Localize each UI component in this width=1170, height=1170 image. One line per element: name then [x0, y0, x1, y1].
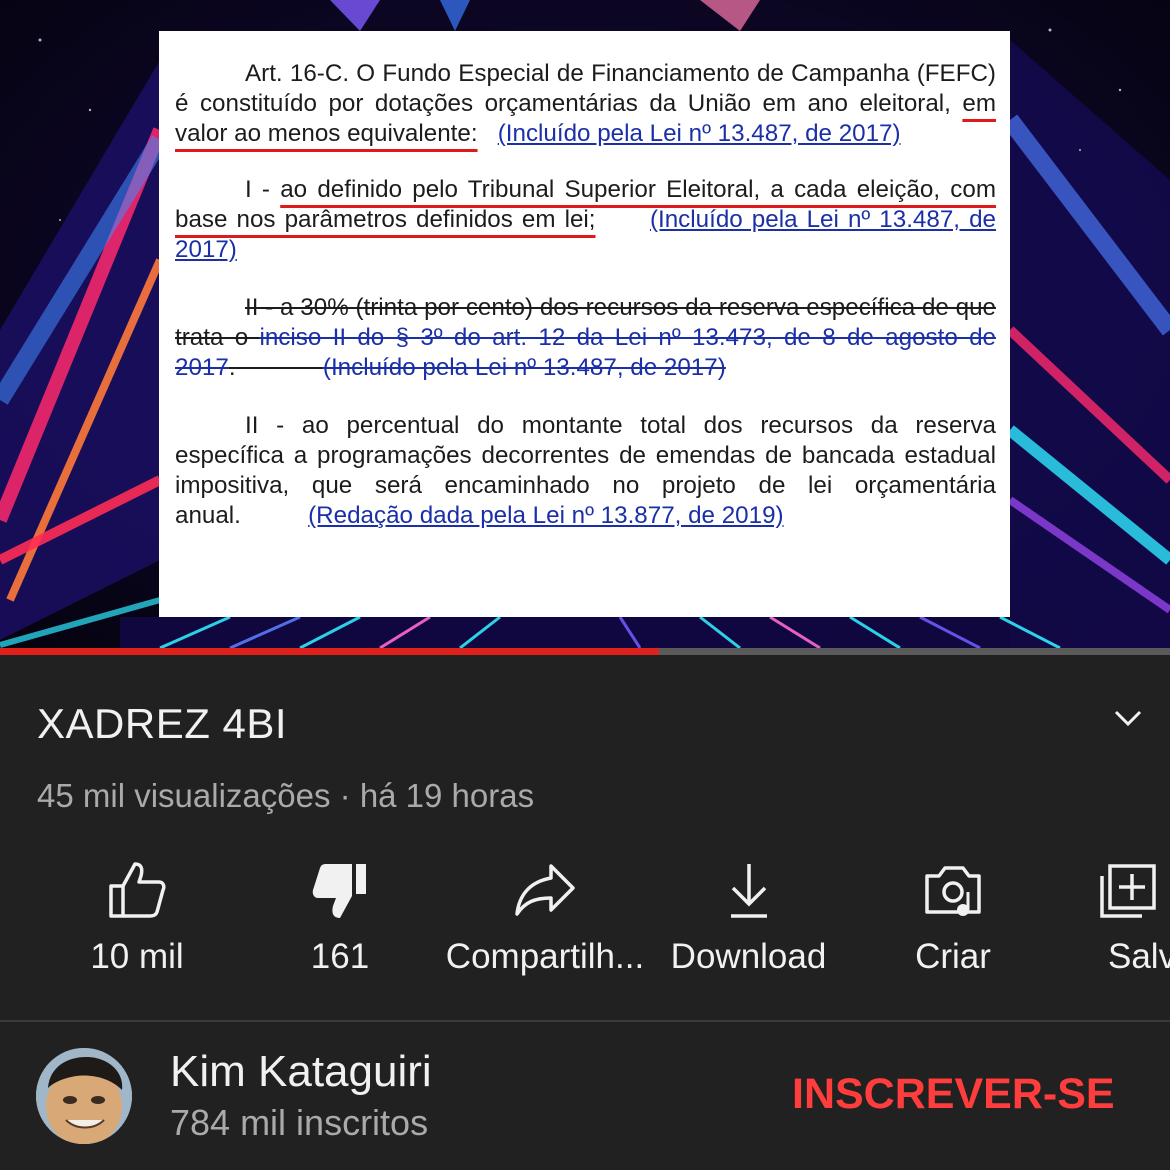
video-title[interactable]: XADREZ 4BI [37, 700, 287, 748]
view-count: 45 mil visualizações [37, 777, 331, 814]
amendment-link: (Redação dada pela Lei nº 13.877, de 201… [308, 502, 784, 529]
download-label: Download [670, 937, 827, 976]
avatar-face-image [36, 1048, 132, 1144]
revoked-clause-paragraph: II - a 30% (trinta por cento) dos recurs… [175, 294, 996, 381]
video-meta: 45 mil visualizações · há 19 horas [37, 777, 534, 815]
video-player[interactable]: Art. 16-C. O Fundo Especial de Financiam… [0, 0, 1170, 648]
amendment-link: (Incluído pela Lei nº 13.487, de 2017) [497, 120, 901, 147]
dislike-count: 161 [310, 937, 370, 976]
share-label: Compartilh... [445, 937, 645, 976]
divider [0, 1020, 1170, 1022]
channel-avatar[interactable] [36, 1048, 132, 1144]
like-button[interactable]: 10 mil [62, 858, 212, 978]
amendment-link: (Incluído pela Lei nº 13.487, de 2017) [322, 354, 726, 381]
meta-separator: · [339, 777, 351, 814]
clause-ii-paragraph: II - ao percentual do montante total dos… [175, 412, 996, 529]
thumbs-down-filled-icon [312, 864, 366, 918]
download-icon [730, 864, 767, 918]
channel-name[interactable]: Kim Kataguiri [170, 1047, 432, 1097]
playlist-add-icon [1100, 864, 1156, 918]
law-document-screenshot: Art. 16-C. O Fundo Especial de Financiam… [159, 31, 1010, 617]
progress-played [0, 648, 659, 655]
download-button[interactable]: Download [666, 858, 831, 978]
like-count: 10 mil [90, 937, 184, 976]
camera-music-icon [925, 866, 981, 916]
save-button[interactable]: Salv [1100, 858, 1170, 978]
clause-i-paragraph: I - ao definido pelo Tribunal Superior E… [175, 176, 996, 263]
dislike-button[interactable]: 161 [270, 858, 410, 978]
save-label: Salv [1108, 937, 1170, 976]
share-button[interactable]: Compartilh... [440, 858, 650, 978]
subscriber-count: 784 mil inscritos [170, 1102, 429, 1143]
create-label: Criar [915, 937, 991, 976]
upload-age: há 19 horas [359, 777, 535, 814]
progress-bar[interactable] [0, 648, 1170, 655]
article-paragraph: Art. 16-C. O Fundo Especial de Financiam… [175, 60, 996, 147]
subscribe-button[interactable]: INSCREVER-SE [792, 1070, 1115, 1119]
share-arrow-icon [515, 864, 575, 916]
thumbs-up-icon [109, 862, 166, 918]
chevron-down-icon[interactable] [1108, 702, 1148, 734]
create-button[interactable]: Criar [888, 858, 1018, 978]
